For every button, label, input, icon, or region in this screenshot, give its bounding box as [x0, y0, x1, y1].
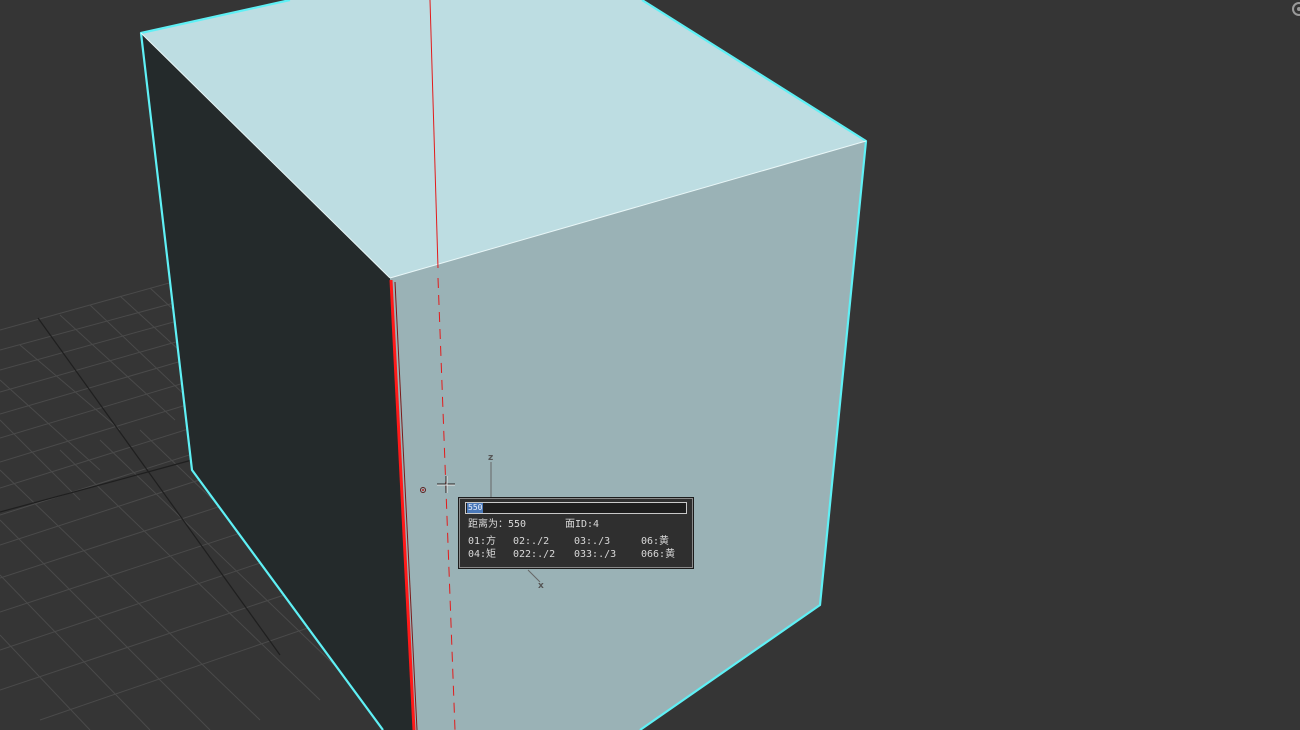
- distance-input-field[interactable]: 550: [465, 502, 687, 514]
- 3d-viewport[interactable]: z x: [0, 0, 1300, 730]
- shortcut-item[interactable]: 01:方: [468, 536, 496, 548]
- shortcut-item[interactable]: 033:./3: [574, 549, 616, 561]
- distance-readout: 距离为：550: [468, 519, 527, 530]
- distance-input-value: 550: [467, 503, 484, 513]
- shortcut-item[interactable]: 04:矩: [468, 549, 496, 561]
- shortcut-item[interactable]: 06:黄: [641, 536, 669, 548]
- distance-input-popup: 550 距离为：550 面ID:4 01:方 02:./2 03:./3 06:…: [459, 498, 693, 568]
- face-id-readout: 面ID:4: [565, 519, 600, 530]
- shortcut-item[interactable]: 022:./2: [513, 549, 555, 561]
- shortcut-item[interactable]: 03:./3: [574, 536, 610, 548]
- gizmo-z-label: z: [488, 453, 493, 463]
- gizmo-x-label: x: [538, 581, 544, 591]
- shortcut-item[interactable]: 066:黄: [641, 549, 675, 561]
- shortcut-item[interactable]: 02:./2: [513, 536, 549, 548]
- viewport-settings-icon[interactable]: [1288, 0, 1300, 18]
